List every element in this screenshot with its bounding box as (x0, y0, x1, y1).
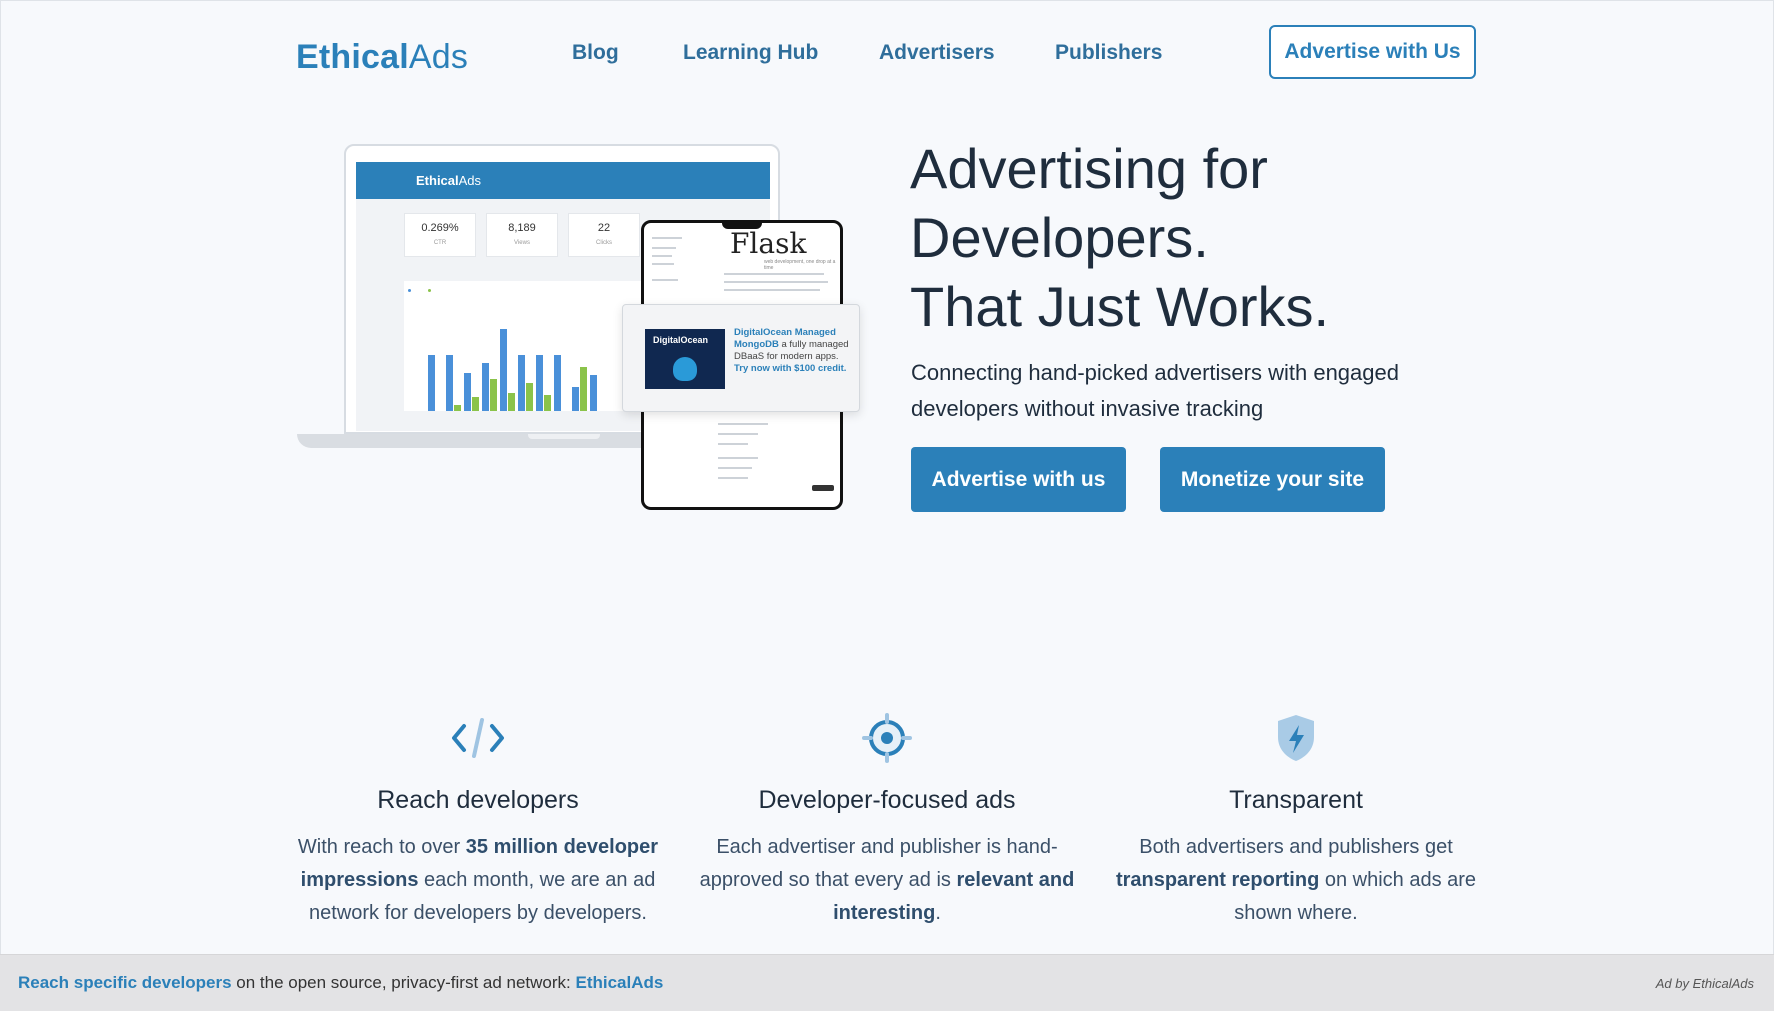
chart-bar (464, 373, 471, 411)
nav-publishers[interactable]: Publishers (1055, 41, 1162, 65)
laptop-dashboard-header: EthicalAds (356, 162, 770, 199)
flask-tagline: web development, one drop at a time (764, 259, 836, 271)
advertise-with-us-button[interactable]: Advertise with us (911, 447, 1126, 512)
feature-description: Each advertiser and publisher is hand-ap… (699, 836, 1075, 924)
nav-learning-hub[interactable]: Learning Hub (683, 41, 818, 65)
chart-bar (454, 405, 461, 411)
feature-developer-focused-ads: Developer-focused ads Each advertiser an… (697, 712, 1077, 930)
flask-logo: Flask (730, 227, 807, 260)
chart-bar (446, 355, 453, 411)
tablet-text-line (652, 247, 676, 249)
feature-title: Transparent (1229, 786, 1363, 814)
code-icon (288, 712, 668, 764)
shield-bolt-icon (1106, 712, 1486, 764)
chart-bar (518, 355, 525, 411)
ad-cta-link[interactable]: Try now with $100 credit. (734, 363, 846, 374)
chart-bar (526, 383, 533, 411)
ethicalads-logo[interactable]: EthicalAds (296, 38, 468, 77)
footer-reach-link[interactable]: Reach specific developers (18, 973, 232, 992)
ad-image-brand: DigitalOcean (653, 335, 709, 345)
tablet-text-line (652, 263, 674, 265)
ad-attribution[interactable]: Ad by EthicalAds (1656, 976, 1754, 991)
tablet-text-line (652, 237, 682, 239)
feature-title: Reach developers (377, 786, 579, 814)
tablet-text-line (718, 423, 768, 425)
chart-bar (508, 393, 515, 411)
nav-advertisers[interactable]: Advertisers (879, 41, 995, 65)
chart-bar (472, 397, 479, 411)
feature-description: With reach to over 35 million developer … (297, 836, 659, 924)
ad-image: DigitalOcean (645, 329, 725, 389)
hero-subtitle: Connecting hand-picked advertisers with … (911, 360, 1399, 421)
monetize-your-site-button[interactable]: Monetize your site (1160, 447, 1385, 512)
chart-bar (482, 363, 489, 411)
footer-ad-text: Reach specific developers on the open so… (18, 973, 664, 992)
stat-card-clicks: 22 Clicks (568, 213, 640, 257)
stat-card-views: 8,189 Views (486, 213, 558, 257)
chart-bar (572, 387, 579, 411)
laptop-brand-label: EthicalAds (416, 173, 482, 188)
ad-image-graphic (673, 357, 697, 381)
tablet-text-line (652, 279, 678, 281)
feature-transparent: Transparent Both advertisers and publish… (1106, 712, 1486, 930)
tablet-text-line (718, 433, 758, 435)
tablet-text-line (718, 443, 748, 445)
chart-bar (590, 375, 597, 411)
legend-dot-blue (408, 289, 411, 292)
advertise-with-us-header-button[interactable]: Advertise with Us (1269, 25, 1476, 79)
stat-card-ctr: 0.269% CTR (404, 213, 476, 257)
footer-ad-bar: Reach specific developers on the open so… (0, 954, 1774, 1011)
feature-title: Developer-focused ads (758, 786, 1016, 814)
tablet-text-line (724, 281, 828, 283)
sample-ad-card[interactable]: DigitalOcean DigitalOcean Managed MongoD… (622, 304, 860, 412)
tablet-text-line (718, 467, 752, 469)
tablet-text-line (718, 457, 758, 459)
chart-bar (544, 395, 551, 411)
chart-bar (554, 355, 561, 411)
target-icon (697, 712, 1077, 764)
tablet-text-line (724, 273, 824, 275)
hero-title: Advertising for Developers. That Just Wo… (910, 137, 1330, 338)
tablet-text-line (724, 289, 820, 291)
chart-bar (580, 367, 587, 411)
nav-blog[interactable]: Blog (572, 41, 619, 65)
chart-bar (490, 379, 497, 411)
footer-ethicalads-link[interactable]: EthicalAds (576, 973, 664, 992)
tablet-text-line (718, 477, 748, 479)
tablet-button (812, 485, 834, 491)
chart-bar (536, 355, 543, 411)
chart-bar (500, 329, 507, 411)
legend-dot-green (428, 289, 431, 292)
ad-text: DigitalOcean Managed MongoDB a fully man… (734, 327, 850, 375)
tablet-text-line (652, 255, 672, 257)
feature-description: Both advertisers and publishers get tran… (1115, 836, 1477, 924)
laptop-notch (528, 434, 600, 439)
chart-bar (428, 355, 435, 411)
feature-reach-developers: Reach developers With reach to over 35 m… (288, 712, 668, 930)
